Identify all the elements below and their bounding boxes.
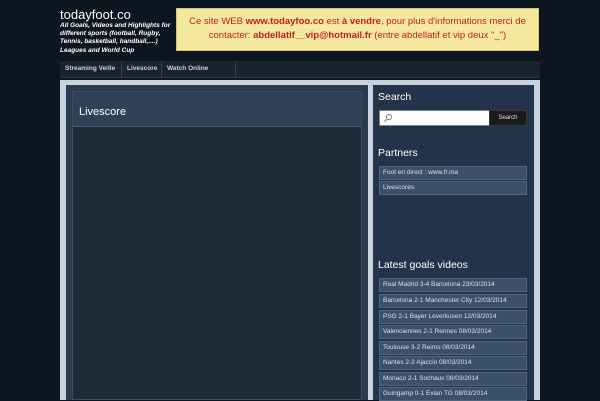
page-title: Livescore [79,106,127,118]
search-widget-title: Search [378,91,412,103]
sidebar: Search Search Partners Foot en direct : … [373,85,534,401]
goal-video-link[interactable]: Barcelona 2-1 Manchester City 12/03/2014 [379,294,527,308]
goal-video-link[interactable]: Nantes 2-2 Ajaccio 08/03/2014 [379,356,527,370]
livescore-panel-header: Livescore [73,92,361,127]
search-icon [384,113,393,122]
partner-link[interactable]: Livescores [379,181,527,195]
main-nav: Streaming Veille Livescore Watch Online … [60,61,540,88]
banner-text: Ce site WEB [189,16,246,27]
banner-email[interactable]: abdellatif__vip@hotmail.fr [253,30,372,41]
banner-text: est [323,16,342,27]
banner-domain: www.todayfoo.co [245,16,324,27]
banner-text: (entre abdellatif et vip deux "_") [371,29,507,41]
goal-video-link[interactable]: Guingamp 0-1 Evian TG 08/03/2014 [379,387,527,401]
banner-for-sale: à vendre [341,16,381,27]
goal-video-link[interactable]: Valenciennes 2-1 Rennes 08/03/2014 [379,325,527,339]
latest-goals-widget-title: Latest goals videos [378,259,468,271]
goal-video-link[interactable]: Toulouse 3-2 Reims 08/03/2014 [379,341,527,355]
goal-video-link[interactable]: PSG 2-1 Bayer Leverkusen 12/03/2014 [379,310,527,324]
search-input[interactable] [379,110,490,126]
goal-video-link[interactable]: Monaco 2-1 Sochaux 08/03/2014 [379,372,527,386]
nav-item-livescore[interactable]: Livescore [122,61,162,77]
nav-item-streaming-veille[interactable]: Streaming Veille [60,61,122,77]
search-button[interactable]: Search [489,110,527,126]
goal-video-link[interactable]: Real Madrid 3-4 Barcelona 23/03/2014 [379,278,527,292]
partners-widget-title: Partners [378,147,418,159]
livescore-panel: Livescore [72,91,362,400]
site-title[interactable]: todayfoot.co [60,7,131,22]
partner-link[interactable]: Foot en direct : www.fr.ma [379,166,527,180]
nav-item-watch-online-football[interactable]: Watch Online Football [162,61,236,88]
site-tagline: All Goals, Videos and Highlights for dif… [60,22,171,54]
for-sale-banner: Ce site WEB www.todayfoo.co est à vendre… [176,8,539,51]
